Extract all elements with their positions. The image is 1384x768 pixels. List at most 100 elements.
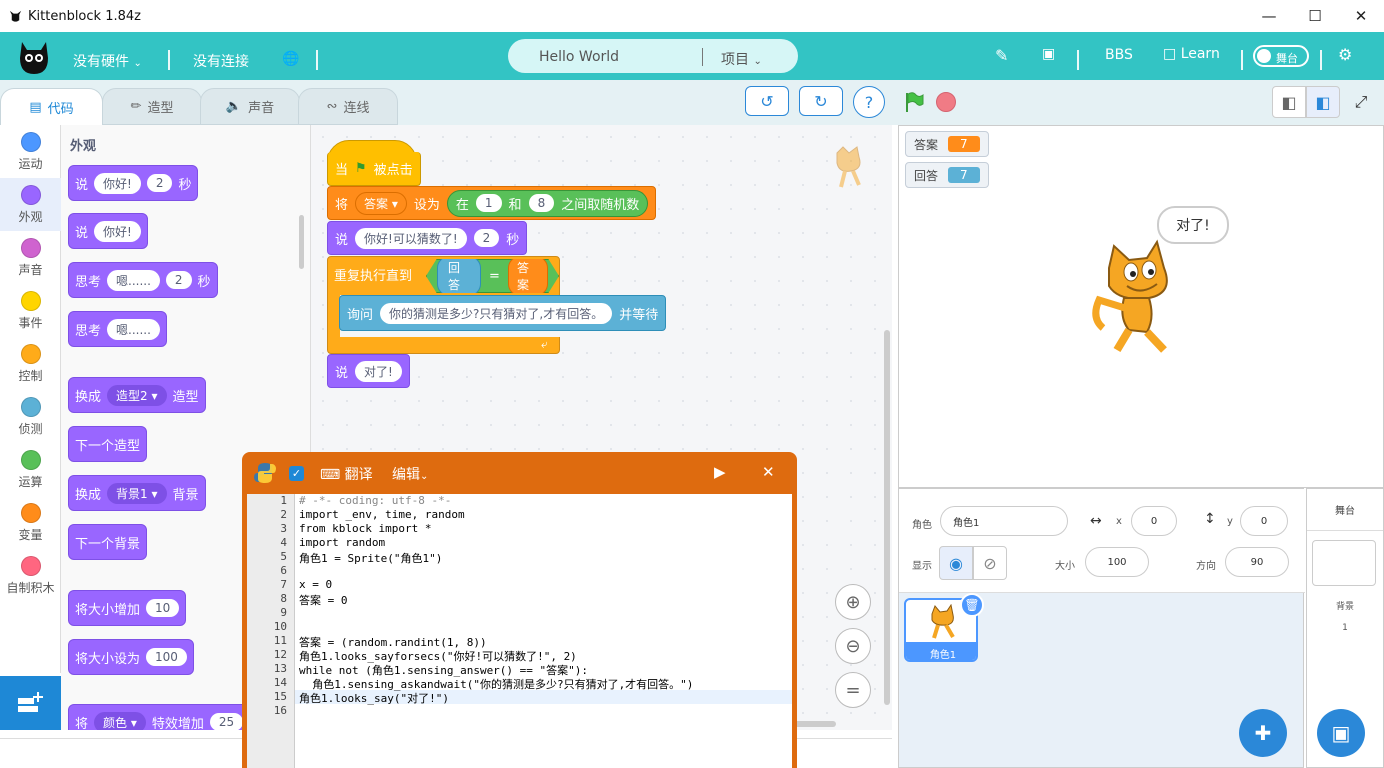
sprite-name-label: 角色 xyxy=(912,520,932,531)
category-item[interactable]: 事件 xyxy=(0,284,61,337)
block-say[interactable]: 说你好! xyxy=(68,213,148,249)
eye-icon: ◉ xyxy=(949,553,963,573)
sprite-thumb-label: 角色1 xyxy=(906,642,976,660)
large-stage-icon: ◧ xyxy=(1315,92,1331,112)
redo-button[interactable]: ↻ xyxy=(799,86,843,116)
sync-checkbox[interactable]: ✓ xyxy=(289,466,304,481)
zoom-reset-icon: = xyxy=(845,679,861,701)
block-say[interactable]: 说对了! xyxy=(327,354,410,388)
category-dot-icon xyxy=(20,450,41,470)
brush-icon: ✏ xyxy=(130,99,142,114)
maximize-button[interactable]: ☐ xyxy=(1292,0,1338,32)
stage-canvas[interactable]: 答案 7 回答 7 对了! xyxy=(898,125,1384,488)
category-item[interactable]: 外观 xyxy=(0,178,61,231)
minimize-button[interactable]: — xyxy=(1246,0,1292,32)
menu-divider xyxy=(1241,50,1243,70)
check-icon: ✓ xyxy=(291,467,302,480)
block-set-variable[interactable]: 将 答案 ▾ 设为 在 1 和 8 之间取随机数 xyxy=(327,186,657,220)
toggle-label: 舞台 xyxy=(1276,52,1298,65)
translate-button[interactable]: ⌨ 翻译 xyxy=(320,464,373,484)
learn-link[interactable]: □ Learn xyxy=(1163,46,1220,62)
pencil-icon[interactable]: ✎ xyxy=(995,46,1008,65)
add-sprite-cat-icon: ✚ xyxy=(1254,721,1272,745)
block-next-costume[interactable]: 下一个造型 xyxy=(68,426,148,462)
project-menu[interactable]: 项目 ⌄ xyxy=(721,49,762,69)
block-ask-and-wait[interactable]: 询问 你的猜测是多少?只有猜对了,才有回答。 并等待 xyxy=(339,295,667,331)
hardware-menu[interactable]: 没有硬件 ⌄ xyxy=(73,51,142,71)
block-random[interactable]: 在 1 和 8 之间取随机数 xyxy=(446,189,649,217)
zoom-out-button[interactable]: ⊖ xyxy=(835,628,871,664)
fullscreen-button[interactable]: ⤢ xyxy=(1344,86,1378,118)
category-item[interactable]: 侦测 xyxy=(0,390,61,443)
choose-sprite-button[interactable]: ✚ xyxy=(1239,709,1287,757)
category-dot-icon xyxy=(20,556,41,576)
help-button[interactable]: ? xyxy=(853,86,885,118)
close-window-button[interactable]: ✕ xyxy=(1338,0,1384,32)
sprite-size-input[interactable]: 100 xyxy=(1085,547,1149,577)
block-next-backdrop[interactable]: 下一个背景 xyxy=(68,524,148,560)
edit-menu[interactable]: 编辑⌄ xyxy=(392,464,428,484)
category-item[interactable]: 自制积木 xyxy=(0,549,61,602)
project-name-input[interactable]: Hello World xyxy=(539,49,619,65)
category-dot-icon xyxy=(20,291,41,311)
show-sprite-button[interactable]: ◉ xyxy=(939,546,973,580)
block-when-flag-clicked[interactable]: 当 ⚑ 被点击 xyxy=(327,152,421,186)
block-switch-backdrop[interactable]: 换成 背景1 ▾ 背景 xyxy=(68,475,206,511)
block-equals[interactable]: 回答 = 答案 xyxy=(426,259,559,293)
tab-connect[interactable]: ∾ 连线 xyxy=(298,88,398,125)
palette-scrollbar[interactable] xyxy=(299,215,304,269)
hide-sprite-button[interactable]: ⊘ xyxy=(973,546,1007,580)
camera-icon[interactable]: ▣ xyxy=(1042,46,1055,62)
category-item[interactable]: 变量 xyxy=(0,496,61,549)
category-item[interactable]: 运动 xyxy=(0,125,61,178)
add-extension-button[interactable] xyxy=(0,676,61,730)
scratch-cat-sprite[interactable] xyxy=(1089,238,1189,363)
sprite-x-input[interactable]: 0 xyxy=(1131,506,1177,536)
y-label: y xyxy=(1227,516,1233,527)
stage-toggle[interactable]: 舞台 xyxy=(1253,45,1309,67)
zoom-in-button[interactable]: ⊕ xyxy=(835,584,871,620)
block-switch-costume[interactable]: 换成 造型2 ▾ 造型 xyxy=(68,377,206,413)
zoom-reset-button[interactable]: = xyxy=(835,672,871,708)
project-title-pill: Hello World 项目 ⌄ xyxy=(508,39,798,73)
category-item[interactable]: 控制 xyxy=(0,337,61,390)
gear-icon[interactable]: ⚙ xyxy=(1338,45,1352,64)
close-icon[interactable]: ✕ xyxy=(762,463,775,481)
tab-code[interactable]: ▤ 代码 xyxy=(0,88,103,125)
large-stage-button[interactable]: ◧ xyxy=(1306,86,1340,118)
block-say-for-secs[interactable]: 说你好! 2 秒 xyxy=(68,165,199,201)
category-item[interactable]: 运算 xyxy=(0,443,61,496)
block-say-for-secs[interactable]: 说你好!可以猜数了! 2 秒 xyxy=(327,221,528,255)
sprite-y-input[interactable]: 0 xyxy=(1240,506,1288,536)
block-change-size[interactable]: 将大小增加 10 xyxy=(68,590,187,626)
choose-backdrop-button[interactable]: ▣ xyxy=(1317,709,1365,757)
category-item[interactable]: 声音 xyxy=(0,231,61,284)
sprite-direction-input[interactable]: 90 xyxy=(1225,547,1289,577)
block-change-effect[interactable]: 将颜色 ▾ 特效增加 25 xyxy=(68,704,251,730)
run-icon[interactable]: ▶︎ xyxy=(714,463,726,481)
stage-thumbnail[interactable] xyxy=(1312,540,1376,586)
line-number: 2 xyxy=(280,508,287,521)
undo-button[interactable]: ↺ xyxy=(745,86,789,116)
tab-costume[interactable]: ✏ 造型 xyxy=(102,88,202,125)
sprite-name-input[interactable]: 角色1 xyxy=(940,506,1068,536)
tab-sound[interactable]: 🔈 声音 xyxy=(200,88,300,125)
variable-monitor-answer-var: 答案 7 xyxy=(905,131,989,157)
workspace-vscrollbar[interactable] xyxy=(884,330,890,705)
code-line: from kblock import * xyxy=(299,522,432,535)
line-gutter: 1 2 3 4 5 6 7 8 9 10 11 12 13 14 15 16 xyxy=(247,494,295,768)
connection-menu[interactable]: 没有连接 xyxy=(193,51,249,71)
code-editor[interactable]: 1 2 3 4 5 6 7 8 9 10 11 12 13 14 15 16 # -*- coding: ut… xyxy=(247,494,792,768)
kitten-logo-icon[interactable] xyxy=(16,36,52,76)
delete-sprite-button[interactable]: 🗑︎ xyxy=(960,593,984,617)
small-stage-button[interactable]: ◧ xyxy=(1272,86,1306,118)
globe-icon[interactable]: 🌐 xyxy=(282,51,299,67)
bbs-link[interactable]: BBS xyxy=(1105,47,1133,63)
zoom-out-icon: ⊖ xyxy=(845,635,861,657)
stop-button[interactable] xyxy=(936,92,956,112)
green-flag-icon[interactable] xyxy=(903,91,925,113)
block-think-for-secs[interactable]: 思考 嗯...... 2 秒 xyxy=(68,262,218,298)
stage-selector-panel[interactable]: 舞台 背景 1 ▣ xyxy=(1306,488,1384,768)
block-think[interactable]: 思考 嗯...... xyxy=(68,311,167,347)
block-set-size[interactable]: 将大小设为 100 xyxy=(68,639,194,675)
